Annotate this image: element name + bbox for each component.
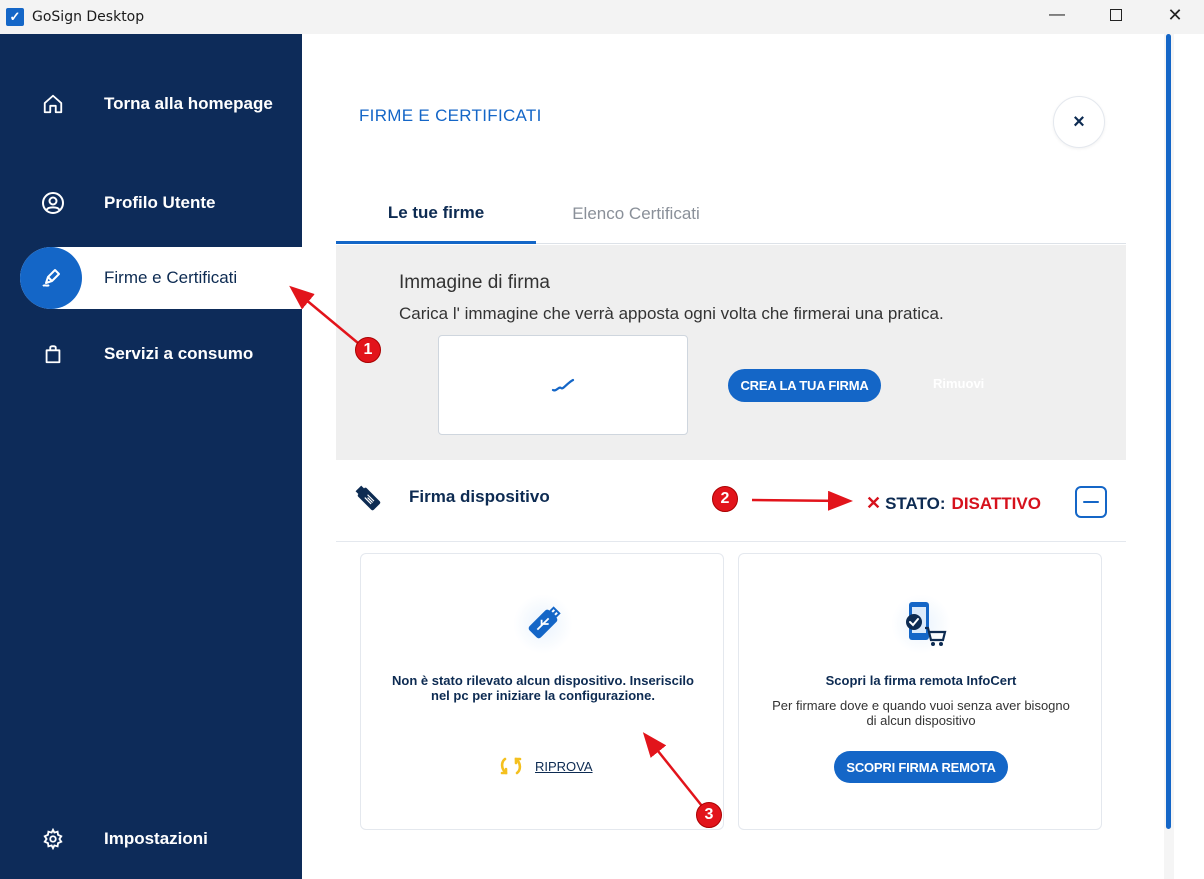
sidebar-item-signatures[interactable]: Firme e Certificati [20, 247, 302, 309]
status-value: DISATTIVO [951, 493, 1041, 513]
remote-signature-description: Per firmare dove e quando vuoi senza ave… [772, 698, 1070, 728]
sidebar-item-label: Firme e Certificati [104, 268, 238, 287]
gear-icon [40, 826, 66, 852]
usb-key-icon [354, 484, 386, 516]
user-icon [40, 190, 66, 216]
home-icon [40, 91, 66, 117]
status-x-icon: ✕ [866, 493, 882, 513]
tab-bar: Le tue firme Elenco Certificati [336, 184, 1126, 244]
phone-cart-icon [891, 594, 951, 654]
maximize-button[interactable] [1087, 0, 1145, 30]
sidebar-item-homepage[interactable]: Torna alla homepage [0, 74, 302, 134]
status-indicator: ✕ STATO: DISATTIVO [866, 493, 1041, 514]
annotation-badge-3: 3 [696, 802, 722, 828]
retry-button[interactable]: RIPROVA [499, 755, 593, 777]
sidebar-item-services[interactable]: Servizi a consumo [0, 324, 302, 384]
no-device-message: Non è stato rilevato alcun dispositivo. … [392, 673, 694, 703]
signature-image-title: Immagine di firma [399, 272, 550, 293]
annotation-badge-1: 1 [355, 337, 381, 363]
discover-remote-signature-button[interactable]: SCOPRI FIRMA REMOTA [834, 751, 1008, 783]
sidebar-item-label: Servizi a consumo [104, 344, 254, 363]
annotation-badge-2: 2 [712, 486, 738, 512]
signature-stroke-icon [551, 378, 575, 392]
tab-certificate-list[interactable]: Elenco Certificati [536, 184, 736, 244]
device-signature-label: Firma dispositivo [409, 487, 550, 506]
sidebar-item-settings[interactable]: Impostazioni [0, 809, 302, 869]
app-check-icon: ✓ [6, 8, 24, 26]
refresh-icon [500, 757, 522, 775]
create-signature-button[interactable]: CREA LA TUA FIRMA [728, 369, 881, 402]
window-title: GoSign Desktop [32, 9, 145, 25]
close-window-button[interactable]: ✕ [1146, 0, 1204, 30]
sidebar-item-label: Profilo Utente [104, 193, 216, 212]
minimize-button[interactable]: — [1028, 0, 1086, 30]
device-card: Non è stato rilevato alcun dispositivo. … [360, 553, 724, 830]
tab-your-signatures[interactable]: Le tue firme [336, 184, 536, 244]
collapse-section-button[interactable] [1075, 486, 1107, 518]
remote-signature-title: Scopri la firma remota InfoCert [825, 673, 1017, 688]
signature-image-panel: Immagine di firma Carica l' immagine che… [336, 245, 1126, 460]
sidebar: Torna alla homepage Profilo Utente Firme… [0, 34, 302, 879]
close-panel-button[interactable]: × [1053, 96, 1105, 148]
page-title: FIRME E CERTIFICATI [359, 106, 542, 125]
maximize-icon [1110, 9, 1122, 21]
usb-device-icon [513, 594, 573, 654]
retry-label: RIPROVA [535, 758, 593, 774]
scrollbar-thumb[interactable] [1166, 34, 1171, 829]
sidebar-item-label: Torna alla homepage [104, 94, 273, 113]
status-label: STATO: [885, 493, 946, 513]
signature-image-description: Carica l' immagine che verrà apposta ogn… [399, 304, 944, 323]
shopping-bag-icon [40, 341, 66, 367]
sidebar-item-label: Impostazioni [104, 829, 208, 848]
remote-signature-card: Scopri la firma remota InfoCert Per firm… [738, 553, 1102, 830]
title-bar: ✓ GoSign Desktop — ✕ [0, 0, 1204, 34]
sidebar-item-profile[interactable]: Profilo Utente [0, 173, 302, 233]
signature-preview-box[interactable] [438, 335, 688, 435]
minus-icon [1083, 500, 1099, 504]
remove-signature-button[interactable]: Rimuovi [933, 376, 984, 391]
signature-pen-icon [20, 247, 82, 309]
